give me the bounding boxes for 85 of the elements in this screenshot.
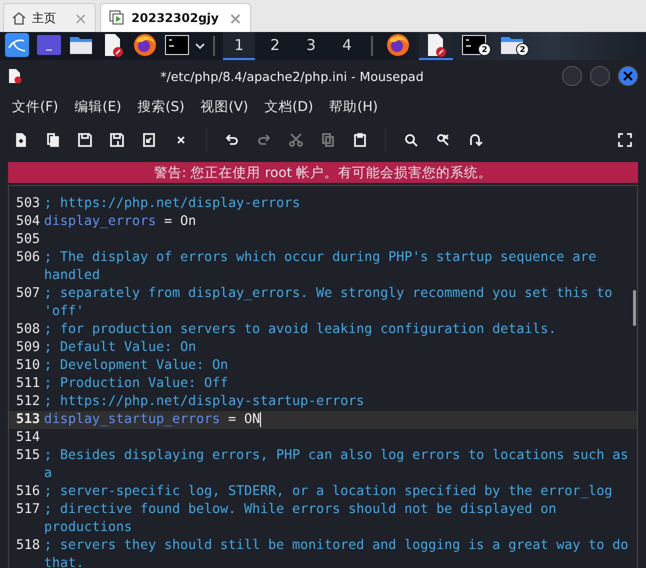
code-comment: ; servers they should still be monitored and logging is a great way to do that. (44, 538, 630, 568)
workspace-button[interactable]: 3 (295, 32, 327, 60)
window-button[interactable] (419, 32, 453, 60)
menu-item[interactable]: 帮助(H) (329, 98, 378, 116)
undo-icon (224, 132, 240, 148)
save-icon (77, 132, 93, 148)
window-count-badge: 2 (516, 43, 529, 56)
line-number: 510 (14, 357, 41, 375)
code-comment: ; Development Value: On (44, 358, 228, 373)
chevron-down-icon (195, 42, 205, 50)
documents-icon (45, 132, 61, 148)
firefox-icon (386, 33, 410, 57)
window-title: */etc/php/8.4/apache2/php.ini - Mousepad (159, 68, 425, 84)
code-comment: ; directive found below. While errors should not be displayed on productions (44, 502, 558, 535)
code-comment: ; https://php.net/display-startup-errors (44, 394, 364, 409)
close-window-button[interactable] (618, 66, 638, 86)
line-number: 505 (14, 231, 41, 249)
equals-operator: = (227, 412, 238, 427)
line-number: 503 (14, 195, 41, 213)
text-cursor (260, 412, 262, 427)
line-number: 517 (14, 501, 41, 519)
line-number: 504 (14, 213, 41, 231)
menu-item[interactable]: 文档(D) (264, 98, 314, 116)
document-icon (425, 33, 447, 57)
replace-icon (435, 132, 451, 148)
window-button[interactable]: 2 (495, 32, 529, 60)
window-count-badge: 2 (478, 43, 491, 56)
save-as-icon (109, 132, 125, 148)
window-button[interactable]: 2 (457, 32, 491, 60)
folder-icon (69, 35, 93, 55)
line-number: 515 (14, 447, 41, 465)
jump-arrow-icon (467, 132, 483, 148)
document-icon (8, 68, 22, 84)
line-number: 512 (14, 393, 41, 411)
line-number: 506 (14, 249, 41, 267)
setting-key: display_errors (44, 214, 156, 229)
workspace-button[interactable]: 2 (259, 32, 291, 60)
equals-operator: = (163, 214, 174, 229)
clipboard-icon (352, 132, 368, 148)
code-comment: ; for production servers to avoid leaking configuration details. (44, 322, 556, 337)
code-comment: ; separately from display_errors. We strongly recommend you set this to 'off' (44, 286, 614, 319)
warning-message: 警告: 您正在使用 root 帐户。有可能会损害您的系统。 (8, 162, 638, 183)
line-number: 507 (14, 285, 41, 303)
close-icon (623, 71, 633, 81)
copy-icon (320, 132, 336, 148)
line-number: 509 (14, 339, 41, 357)
setting-value: On (180, 214, 196, 229)
browser-tab[interactable]: 20232302gjy × (100, 3, 252, 32)
menu-item[interactable]: 视图(V) (200, 98, 248, 116)
dragon-logo-icon (5, 33, 29, 57)
setting-key: display_startup_errors (44, 412, 220, 427)
scissors-icon (288, 132, 304, 148)
menu-item[interactable]: 搜索(S) (137, 98, 184, 116)
browser-tab[interactable]: 主页 × (3, 3, 96, 32)
menu-item[interactable]: 文件(F) (12, 98, 58, 116)
line-number: 516 (14, 483, 41, 501)
workspace-button[interactable]: 4 (331, 32, 363, 60)
virtual-machine-icon (109, 10, 126, 26)
terminal-icon (462, 35, 486, 55)
scrollbar-thumb[interactable] (633, 290, 636, 326)
menu-item[interactable]: 编辑(E) (74, 98, 122, 116)
code-comment: ; server-specific log, STDERR, or a location specified by the error_log (44, 484, 612, 499)
fullscreen-icon (617, 132, 633, 148)
code-comment: ; Default Value: On (44, 340, 196, 355)
line-number: 518 (14, 537, 41, 555)
line-number: 508 (14, 321, 41, 339)
code-comment: ; Production Value: Off (44, 376, 228, 391)
terminal-icon (165, 35, 189, 55)
folder-icon (500, 35, 524, 55)
new-document-icon (13, 132, 29, 148)
reload-icon (141, 132, 157, 148)
line-number: 514 (14, 429, 41, 447)
desktop-icon (37, 35, 61, 55)
redo-icon (256, 132, 272, 148)
search-icon (403, 132, 419, 148)
line-number: 511 (14, 375, 41, 393)
code-comment: ; The display of errors which occur during PHP's startup sequence are handled (44, 250, 598, 283)
firefox-icon (133, 33, 157, 57)
workspace-button[interactable]: 1 (223, 32, 255, 60)
setting-value: ON (244, 412, 260, 427)
code-comment: ; https://php.net/display-errors (44, 196, 300, 211)
code-comment: ; Besides displaying errors, PHP can also log errors to locations such as a (44, 448, 630, 481)
line-number: 513 (14, 411, 41, 429)
home-icon (12, 11, 26, 25)
document-icon (102, 33, 124, 57)
